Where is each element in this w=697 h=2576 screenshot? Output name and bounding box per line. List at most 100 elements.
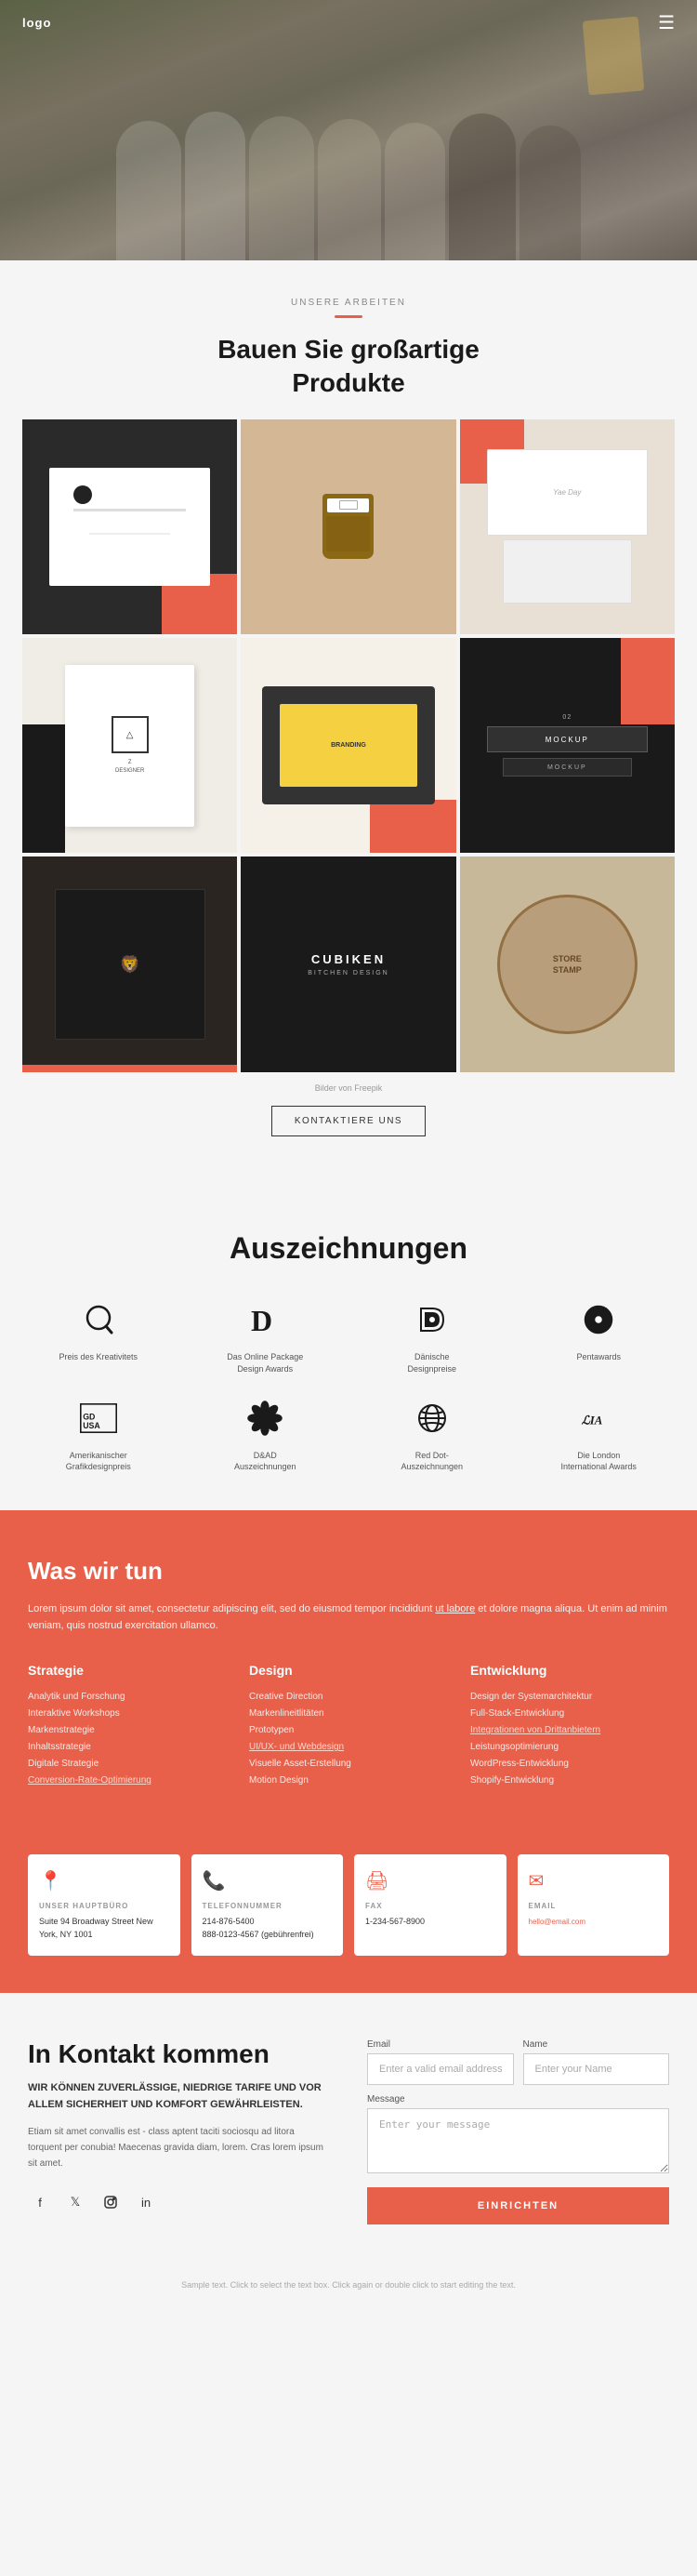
in-kontakt-desc: Etiam sit amet convallis est - class apt… <box>28 2124 330 2171</box>
award-label-6: D&AD Auszeichnungen <box>223 1450 307 1473</box>
in-kontakt-title: In Kontakt kommen <box>28 2039 330 2069</box>
location-icon: 📍 <box>39 1869 62 1892</box>
contact-cards-grid: 📍 UNSER HAUPTBÜRO Suite 94 Broadway Stre… <box>28 1854 669 1956</box>
in-kontakt-section: In Kontakt kommen WIR KÖNNEN ZUVERLÄSSIG… <box>0 1993 697 2271</box>
svg-text:USA: USA <box>83 1421 100 1430</box>
portfolio-item-6[interactable]: 02 MOCKUP MOCKUP <box>460 638 675 853</box>
email-input[interactable] <box>367 2053 514 2085</box>
was-item-s2[interactable]: Interaktive Workshops <box>28 1706 227 1722</box>
contact-value-fax: 1-234-567-8900 <box>365 1916 425 1929</box>
contact-label-office: UNSER HAUPTBÜRO <box>39 1902 128 1910</box>
phone-icon: 📞 <box>203 1869 226 1892</box>
was-col-title-strategie: Strategie <box>28 1663 227 1678</box>
award-item-4: Pentawards <box>523 1295 676 1374</box>
hamburger-icon[interactable]: ☰ <box>658 11 675 34</box>
award-item-8: ℒIA Die London International Awards <box>523 1394 676 1473</box>
award-label-7: Red Dot-Auszeichnungen <box>390 1450 474 1473</box>
section-tag: UNSERE ARBEITEN <box>22 298 675 308</box>
name-input[interactable] <box>523 2053 670 2085</box>
was-col-design: Design Creative Direction Markenlineitli… <box>249 1663 448 1789</box>
twitter-icon[interactable]: 𝕏 <box>63 2190 87 2214</box>
was-item-s6[interactable]: Conversion-Rate-Optimierung <box>28 1773 227 1789</box>
award-icon-3 <box>408 1295 456 1344</box>
portfolio-item-2[interactable] <box>241 419 455 634</box>
in-kontakt-inner: In Kontakt kommen WIR KÖNNEN ZUVERLÄSSIG… <box>28 2039 669 2224</box>
was-item-d2[interactable]: Markenlineitlitäten <box>249 1706 448 1722</box>
was-col-title-design: Design <box>249 1663 448 1678</box>
portfolio-item-7[interactable]: 🦁 <box>22 856 237 1071</box>
award-label-5: Amerikanischer Grafikdesignpreis <box>57 1450 140 1473</box>
form-row-email-name: Email Name <box>367 2039 669 2085</box>
section-title: Bauen Sie großartigeProdukte <box>22 333 675 401</box>
was-item-d1[interactable]: Creative Direction <box>249 1689 448 1706</box>
fax-icon: 🖨 <box>365 1869 388 1892</box>
name-label: Name <box>523 2039 670 2050</box>
was-item-s3[interactable]: Markenstrategie <box>28 1722 227 1739</box>
award-label-8: Die London International Awards <box>557 1450 640 1473</box>
award-icon-6 <box>241 1394 289 1442</box>
footer-note-section: Sample text. Click to select the text bo… <box>0 2271 697 2308</box>
was-col-entwicklung: Entwicklung Design der Systemarchitektur… <box>470 1663 669 1789</box>
facebook-icon[interactable]: f <box>28 2190 52 2214</box>
portfolio-item-5[interactable]: BRANDING <box>241 638 455 853</box>
award-icon-4 <box>574 1295 623 1344</box>
kontakt-button[interactable]: KONTAKTIERE UNS <box>271 1106 426 1136</box>
was-col-title-entwicklung: Entwicklung <box>470 1663 669 1678</box>
wave-decoration <box>335 315 362 318</box>
contact-cards-section: 📍 UNSER HAUPTBÜRO Suite 94 Broadway Stre… <box>0 1836 697 1993</box>
contact-label-email: EMAIL <box>529 1902 557 1910</box>
portfolio-item-3[interactable]: Yae Day <box>460 419 675 634</box>
freepik-note: Bilder von Freepik <box>22 1083 675 1093</box>
portfolio-item-9[interactable]: STORESTAMP <box>460 856 675 1071</box>
contact-value-office: Suite 94 Broadway Street New York, NY 10… <box>39 1916 153 1941</box>
was-item-s5[interactable]: Digitale Strategie <box>28 1756 227 1773</box>
contact-card-phone: 📞 TELEFONNUMMER 214-876-5400 888-0123-45… <box>191 1854 344 1956</box>
was-item-e5[interactable]: WordPress-Entwicklung <box>470 1756 669 1773</box>
award-icon-2: D <box>241 1295 289 1344</box>
award-label-1: Preis des Kreativitets <box>59 1351 138 1363</box>
auszeichnungen-section: Auszeichnungen Preis des Kreativitets D … <box>0 1192 697 1510</box>
was-item-e6[interactable]: Shopify-Entwicklung <box>470 1773 669 1789</box>
footer-note-text: Sample text. Click to select the text bo… <box>22 2280 675 2290</box>
portfolio-item-1[interactable] <box>22 419 237 634</box>
was-item-e3[interactable]: Integrationen von Drittanbietern <box>470 1722 669 1739</box>
portfolio-item-4[interactable]: △ ZDESIGNER <box>22 638 237 853</box>
name-field-wrapper: Name <box>523 2039 670 2085</box>
was-item-e2[interactable]: Full-Stack-Entwicklung <box>470 1706 669 1722</box>
instagram-icon[interactable] <box>99 2190 123 2214</box>
submit-button[interactable]: EINRICHTEN <box>367 2187 669 2224</box>
was-item-e4[interactable]: Leistungsoptimierung <box>470 1739 669 1756</box>
award-icon-8: ℒIA <box>574 1394 623 1442</box>
message-input[interactable] <box>367 2108 669 2173</box>
message-label: Message <box>367 2094 669 2105</box>
in-kontakt-left: In Kontakt kommen WIR KÖNNEN ZUVERLÄSSIG… <box>28 2039 330 2214</box>
contact-card-fax: 🖨 FAX 1-234-567-8900 <box>354 1854 506 1956</box>
was-wir-tun-section: Was wir tun Lorem ipsum dolor sit amet, … <box>0 1510 697 1836</box>
in-kontakt-form: Email Name Message EINRICHTEN <box>367 2039 669 2224</box>
navigation: logo ☰ <box>0 0 697 46</box>
contact-label-fax: FAX <box>365 1902 383 1910</box>
message-field-wrapper: Message <box>367 2094 669 2178</box>
award-label-4: Pentawards <box>576 1351 621 1363</box>
award-item-1: Preis des Kreativitets <box>22 1295 175 1374</box>
was-item-d6[interactable]: Motion Design <box>249 1773 448 1789</box>
contact-value-phone: 214-876-5400 888-0123-4567 (gebührenfrei… <box>203 1916 314 1941</box>
linkedin-icon[interactable]: in <box>134 2190 158 2214</box>
contact-value-email: hello@email.com <box>529 1916 585 1929</box>
was-item-s1[interactable]: Analytik und Forschung <box>28 1689 227 1706</box>
award-item-2: D Das Online Package Design Awards <box>190 1295 342 1374</box>
was-col-strategie: Strategie Analytik und Forschung Interak… <box>28 1663 227 1789</box>
contact-card-office: 📍 UNSER HAUPTBÜRO Suite 94 Broadway Stre… <box>28 1854 180 1956</box>
award-item-3: Dänische Designpreise <box>356 1295 508 1374</box>
was-item-d4[interactable]: UI/UX- und Webdesign <box>249 1739 448 1756</box>
award-icon-7 <box>408 1394 456 1442</box>
nav-logo: logo <box>22 16 51 30</box>
portfolio-item-8[interactable]: CUBIKEN BITCHEN DESIGN <box>241 856 455 1071</box>
was-item-s4[interactable]: Inhaltsstrategie <box>28 1739 227 1756</box>
svg-text:ℒIA: ℒIA <box>582 1414 603 1427</box>
awards-grid: Preis des Kreativitets D Das Online Pack… <box>22 1295 675 1472</box>
was-item-e1[interactable]: Design der Systemarchitektur <box>470 1689 669 1706</box>
contact-label-phone: TELEFONNUMMER <box>203 1902 283 1910</box>
was-item-d3[interactable]: Prototypen <box>249 1722 448 1739</box>
was-item-d5[interactable]: Visuelle Asset-Erstellung <box>249 1756 448 1773</box>
